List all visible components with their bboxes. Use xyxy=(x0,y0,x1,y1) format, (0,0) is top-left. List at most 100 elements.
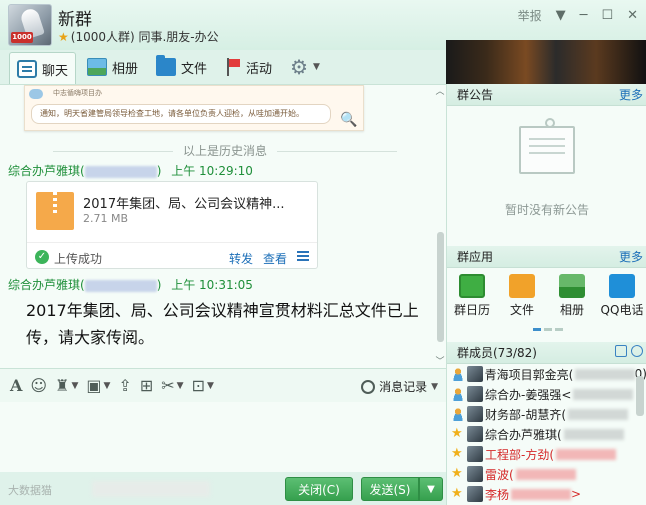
star-icon: ★ xyxy=(451,466,463,481)
avatar xyxy=(467,426,483,442)
redacted-id xyxy=(575,368,635,380)
image-icon[interactable]: ▣ ▼ xyxy=(86,376,110,395)
notice-title: 群公告 xyxy=(457,88,494,102)
pager-dot[interactable] xyxy=(555,328,563,331)
scroll-down-icon[interactable]: ﹀ xyxy=(434,354,446,367)
redacted-id xyxy=(84,279,157,292)
scroll-thumb[interactable] xyxy=(437,232,444,342)
bottom-bar: 大数据猫 关闭(C) 发送(S) ▼ xyxy=(0,472,446,505)
zoom-in-icon[interactable]: 🔍 xyxy=(340,112,357,128)
members-title: 群成员(73/82) xyxy=(457,346,537,360)
member-item[interactable]: ★ 雷波( xyxy=(447,464,646,484)
dropdown-icon[interactable]: ▼ xyxy=(556,8,566,23)
person-icon xyxy=(451,367,465,381)
redacted-id xyxy=(556,448,617,460)
window-controls: 举报 ▼ ─ ☐ ✕ xyxy=(518,6,638,24)
upload-icon[interactable]: ⇪ xyxy=(118,376,131,395)
member-item[interactable]: ★ 工程部-方劲( xyxy=(447,444,646,464)
member-item[interactable]: 青海项目郭金亮(0) xyxy=(447,364,646,384)
gift-icon[interactable]: ⊞ xyxy=(140,376,153,395)
report-button[interactable]: 举报 xyxy=(518,7,542,24)
scroll-up-icon[interactable]: ︿ xyxy=(434,84,446,97)
member-scrollbar[interactable] xyxy=(636,376,644,416)
notice-more-link[interactable]: 更多 xyxy=(619,84,643,106)
tab-files[interactable]: 文件 xyxy=(149,52,214,82)
file-card-footer: ✓ 上传成功 转发 查看 xyxy=(27,242,317,270)
chat-history[interactable]: 中志循嗨项目办 通知，明天省建管局领导检查工地，请各单位负责人迎检，从哇加通开始… xyxy=(0,84,446,368)
sender-name[interactable]: 综合办芦雅琪( xyxy=(8,278,85,292)
maximize-icon[interactable]: ☐ xyxy=(601,8,613,23)
tab-chat[interactable]: 聊天 xyxy=(9,52,77,85)
message-header: 综合办芦雅琪() 上午 10:31:05 xyxy=(8,276,253,293)
members-tools xyxy=(615,345,643,357)
app-qq-call[interactable]: QQ电话 xyxy=(597,270,646,326)
flag-icon xyxy=(225,58,241,76)
member-name: 青海项目郭金亮( xyxy=(484,367,574,382)
star-icon: ★ xyxy=(58,30,69,44)
magic-emoji-icon[interactable]: ♜ ▼ xyxy=(55,376,78,395)
more-tools-icon[interactable]: ⊡ ▼ xyxy=(192,376,214,395)
ad-text[interactable] xyxy=(92,481,210,497)
emoji-icon[interactable]: ☺ xyxy=(30,376,47,395)
chat-icon xyxy=(17,60,37,78)
member-list[interactable]: 青海项目郭金亮(0) 综合办-姜强强< 财务部-胡慧齐( ★ 综合办芦雅琪( ★ 工… xyxy=(447,364,646,504)
menu-icon[interactable] xyxy=(297,251,309,261)
upload-status: 上传成功 xyxy=(54,252,103,266)
file-name[interactable]: 2017年集团、局、公司会议精神... xyxy=(83,193,284,212)
app-label: 群日历 xyxy=(453,303,490,317)
phone-icon xyxy=(609,274,635,298)
chevron-down-icon: ▼ xyxy=(431,381,438,392)
notice-image-title: 中志循嗨项目办 xyxy=(53,89,102,97)
add-member-icon[interactable] xyxy=(615,345,627,357)
input-toolbar: A ☺ ♜ ▼ ▣ ▼ ⇪ ⊞ ✂ ▼ ⊡ ▼ 消息记录 ▼ xyxy=(0,368,446,402)
pager-dot[interactable] xyxy=(544,328,552,331)
app-label: 相册 xyxy=(559,303,584,317)
group-info: ★ (1000人群) 同事.朋友-办公 xyxy=(58,28,219,45)
close-icon[interactable]: ✕ xyxy=(627,8,638,23)
member-item[interactable]: 综合办-姜强强< xyxy=(447,384,646,404)
group-name[interactable]: 新群 xyxy=(58,5,92,30)
apps-title: 群应用 xyxy=(457,250,494,264)
notice-header: 群公告 更多 xyxy=(447,84,646,106)
close-button[interactable]: 关闭(C) xyxy=(285,477,353,501)
sender-name[interactable]: 综合办芦雅琪( xyxy=(8,164,85,178)
member-name: 李杨 xyxy=(485,487,510,502)
send-button[interactable]: 发送(S) xyxy=(361,477,419,501)
search-icon[interactable] xyxy=(631,345,643,357)
member-item[interactable]: ★ 综合办芦雅琪( xyxy=(447,424,646,444)
chevron-down-icon: ▼ xyxy=(176,380,184,391)
file-card[interactable]: 2017年集团、局、公司会议精神... 2.71 MB ✓ 上传成功 转发 查看 xyxy=(26,181,318,269)
group-avatar[interactable]: 1000 xyxy=(8,4,52,46)
screenshot-icon[interactable]: ✂ ▼ xyxy=(161,376,183,395)
folder-icon xyxy=(156,55,177,76)
member-name: 雷波( xyxy=(485,467,514,482)
chevron-down-icon: ▼ xyxy=(206,380,214,391)
apps-pager[interactable] xyxy=(533,328,563,331)
sender-name-tail: ) xyxy=(156,278,162,292)
tab-album-label: 相册 xyxy=(112,61,139,77)
send-options-button[interactable]: ▼ xyxy=(419,477,443,501)
settings-menu[interactable]: ⚙ ▼ xyxy=(283,52,327,82)
member-item[interactable]: ★ 李杨 > xyxy=(447,484,646,504)
avatar xyxy=(467,446,483,462)
app-files[interactable]: 文件 xyxy=(497,270,547,326)
redacted-id xyxy=(84,165,157,178)
app-calendar[interactable]: 群日历 xyxy=(447,270,497,326)
view-link[interactable]: 查看 xyxy=(263,250,287,267)
forward-link[interactable]: 转发 xyxy=(229,250,253,267)
minimize-icon[interactable]: ─ xyxy=(580,8,588,23)
tab-album[interactable]: 相册 xyxy=(80,52,145,82)
notice-image[interactable]: 中志循嗨项目办 通知，明天省建管局领导检查工地，请各单位负责人迎检，从哇加通开始… xyxy=(24,85,364,131)
tab-activity[interactable]: 活动 xyxy=(218,52,279,82)
ad-banner[interactable] xyxy=(446,40,646,84)
chat-scrollbar[interactable]: ︿ ﹀ xyxy=(434,84,446,368)
person-icon xyxy=(451,387,465,401)
app-album[interactable]: 相册 xyxy=(547,270,597,326)
font-icon[interactable]: A xyxy=(10,376,22,395)
message-history-button[interactable]: 消息记录 ▼ xyxy=(361,378,438,395)
notice-board-icon xyxy=(519,118,575,174)
apps-more-link[interactable]: 更多 xyxy=(619,246,643,268)
message-input[interactable] xyxy=(0,402,446,472)
member-item[interactable]: 财务部-胡慧齐( xyxy=(447,404,646,424)
pager-dot[interactable] xyxy=(533,328,541,331)
